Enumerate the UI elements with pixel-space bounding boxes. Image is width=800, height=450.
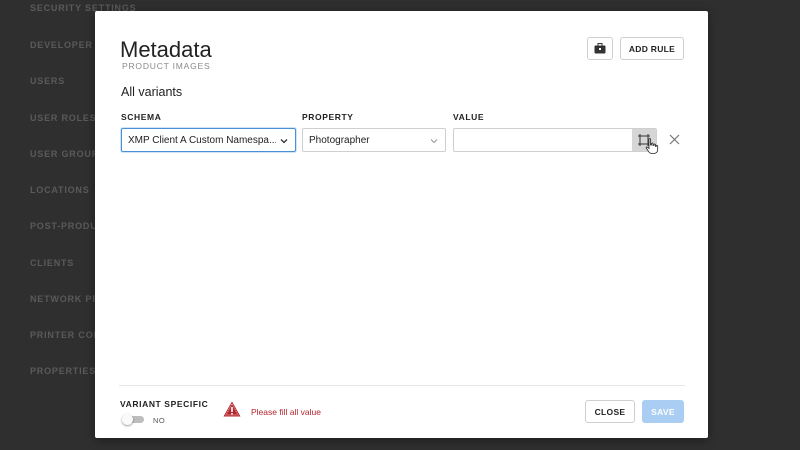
modal-title: Metadata bbox=[120, 37, 212, 62]
value-label: VALUE bbox=[453, 112, 485, 122]
sidebar-item-properties: PROPERTIES bbox=[30, 366, 97, 376]
toggle-state-text: NO bbox=[153, 416, 166, 425]
remove-rule-button[interactable] bbox=[667, 132, 681, 146]
save-button[interactable]: SAVE bbox=[642, 400, 684, 423]
metadata-modal: Metadata PRODUCT IMAGES ADD RULE All var… bbox=[95, 11, 708, 438]
value-input[interactable] bbox=[453, 128, 657, 152]
warning-message: Please fill all value bbox=[251, 407, 321, 417]
sidebar-item-users: USERS bbox=[30, 76, 66, 86]
modal-subtitle: PRODUCT IMAGES bbox=[122, 61, 211, 71]
section-title: All variants bbox=[121, 85, 183, 99]
sidebar-item-network: NETWORK PRI bbox=[30, 294, 103, 304]
chevron-down-icon bbox=[280, 139, 288, 144]
chevron-down-icon bbox=[430, 139, 438, 144]
variant-specific-toggle[interactable] bbox=[122, 414, 144, 425]
warning-icon bbox=[223, 401, 241, 417]
property-select[interactable]: Photographer bbox=[302, 128, 446, 152]
briefcase-icon bbox=[594, 43, 606, 54]
schema-select[interactable]: XMP Client A Custom Namespa... bbox=[121, 128, 296, 152]
schema-select-value: XMP Client A Custom Namespa... bbox=[128, 135, 276, 146]
property-label: PROPERTY bbox=[302, 112, 354, 122]
briefcase-button[interactable] bbox=[587, 37, 613, 60]
sidebar-item-clients: CLIENTS bbox=[30, 258, 75, 268]
property-select-value: Photographer bbox=[309, 135, 370, 146]
variant-specific-label: VARIANT SPECIFIC bbox=[120, 399, 209, 409]
footer-divider bbox=[119, 385, 685, 386]
schema-label: SCHEMA bbox=[121, 112, 162, 122]
sidebar-item-user-roles: USER ROLES bbox=[30, 113, 97, 123]
add-rule-button[interactable]: ADD RULE bbox=[620, 37, 684, 60]
sidebar-item-locations: LOCATIONS bbox=[30, 185, 90, 195]
close-icon bbox=[669, 134, 679, 144]
toggle-knob bbox=[122, 414, 133, 425]
sidebar-item-developer: DEVELOPER bbox=[30, 40, 93, 50]
close-button[interactable]: CLOSE bbox=[585, 400, 635, 423]
pointer-cursor-icon bbox=[645, 138, 659, 154]
